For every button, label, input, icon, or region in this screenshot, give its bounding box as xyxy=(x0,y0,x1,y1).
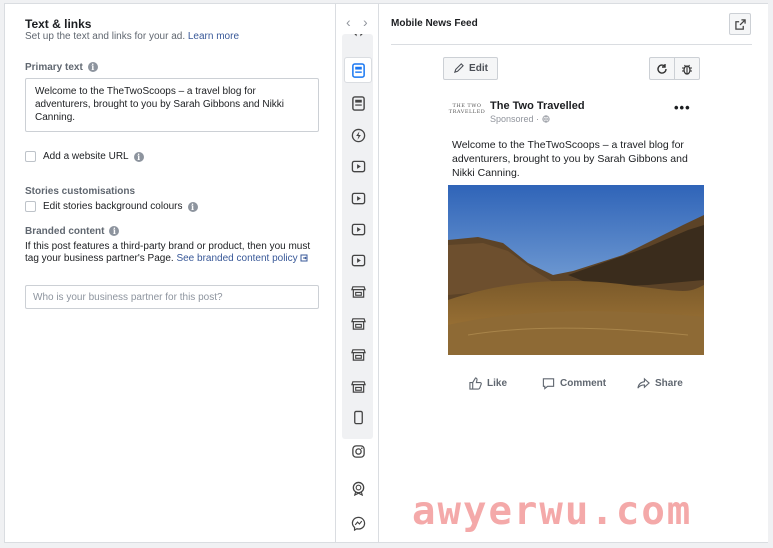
column-icon xyxy=(351,95,365,111)
post-image xyxy=(448,185,704,355)
learn-more-link[interactable]: Learn more xyxy=(188,31,239,42)
watermark-text: awyerwu.com xyxy=(412,489,693,534)
share-button[interactable]: Share xyxy=(637,377,683,390)
thumbs-up-icon xyxy=(469,377,482,390)
instant-article-icon xyxy=(351,128,365,142)
chevron-left-icon[interactable]: ‹ xyxy=(346,15,351,29)
section-title: Text & links xyxy=(25,17,92,31)
branded-content-description: If this post features a third-party bran… xyxy=(25,241,319,265)
primary-text-label-text: Primary text xyxy=(25,62,83,73)
sponsored-label: Sponsored · xyxy=(490,114,550,124)
branded-content-label: Branded content i xyxy=(25,226,120,237)
edit-button[interactable]: Edit xyxy=(443,57,498,80)
placement-stories[interactable] xyxy=(344,404,372,430)
info-icon[interactable]: i xyxy=(133,151,144,162)
external-link-icon xyxy=(300,254,308,262)
bug-icon xyxy=(682,64,692,75)
edit-label: Edit xyxy=(469,63,488,74)
refresh-icon xyxy=(657,63,667,74)
business-partner-input[interactable] xyxy=(25,285,319,309)
external-link-icon xyxy=(734,18,746,30)
add-website-url-row[interactable]: Add a website URL i xyxy=(25,151,144,162)
branded-content-label-text: Branded content xyxy=(25,226,105,237)
ad-editor-window: Text & links Set up the text and links f… xyxy=(4,3,768,543)
placement-instant-article[interactable] xyxy=(344,122,372,148)
feed-icon xyxy=(351,62,365,78)
preview-title: Mobile News Feed xyxy=(391,18,478,29)
preview-divider xyxy=(391,44,752,45)
refresh-button[interactable] xyxy=(649,57,675,80)
info-icon[interactable]: i xyxy=(109,226,120,236)
page-name[interactable]: The Two Travelled xyxy=(490,100,585,112)
edit-stories-bg-row[interactable]: Edit stories background colours i xyxy=(25,201,198,212)
post-text: Welcome to the TheTwoScoops – a travel b… xyxy=(452,139,688,179)
phone-icon xyxy=(353,410,363,424)
placement-marketplace-4[interactable] xyxy=(344,373,372,399)
branded-content-policy-text: See branded content policy xyxy=(176,253,298,264)
primary-text-field[interactable]: Welcome to the TheTwoScoops – a travel b… xyxy=(25,78,319,132)
edit-stories-bg-label: Edit stories background colours xyxy=(43,201,183,212)
comment-label: Comment xyxy=(560,378,607,389)
globe-icon xyxy=(541,115,550,123)
primary-text-label: Primary text i xyxy=(25,62,98,73)
video-icon xyxy=(351,254,365,266)
marketplace-icon xyxy=(350,348,366,361)
info-icon[interactable]: i xyxy=(87,62,98,72)
placement-video-1[interactable] xyxy=(344,153,372,179)
section-subtitle: Set up the text and links for your ad. L… xyxy=(25,31,239,42)
placement-strip: ‹ › xyxy=(335,4,379,542)
share-icon xyxy=(637,377,650,389)
comment-button[interactable]: Comment xyxy=(542,377,606,390)
marketplace-icon xyxy=(350,380,366,393)
open-external-button[interactable] xyxy=(729,13,751,35)
audience-network-icon xyxy=(352,481,364,496)
video-icon xyxy=(351,192,365,204)
placement-messenger[interactable] xyxy=(344,510,372,536)
pencil-icon xyxy=(454,63,464,74)
video-icon xyxy=(351,160,365,172)
instagram-icon xyxy=(351,444,365,458)
comment-icon xyxy=(542,378,555,390)
debug-button[interactable] xyxy=(674,57,700,80)
placement-marketplace-2[interactable] xyxy=(344,310,372,336)
sponsored-text: Sponsored · xyxy=(490,114,540,124)
chevron-right-icon[interactable]: › xyxy=(363,15,368,29)
placement-video-2[interactable] xyxy=(344,185,372,211)
info-icon[interactable]: i xyxy=(187,201,198,212)
more-options-icon[interactable]: ••• xyxy=(674,100,691,115)
placement-instagram[interactable] xyxy=(344,438,372,464)
placement-marketplace-1[interactable] xyxy=(344,278,372,304)
edit-stories-bg-checkbox[interactable] xyxy=(25,201,36,212)
placement-feed-selected[interactable] xyxy=(344,57,372,83)
placement-right-column[interactable] xyxy=(344,90,372,116)
placement-marketplace-3[interactable] xyxy=(344,341,372,367)
placement-video-3[interactable] xyxy=(344,216,372,242)
placement-video-4[interactable] xyxy=(344,247,372,273)
text-links-panel: Text & links Set up the text and links f… xyxy=(5,4,335,542)
share-label: Share xyxy=(655,378,683,389)
add-website-url-label: Add a website URL xyxy=(43,151,129,162)
like-button[interactable]: Like xyxy=(469,377,507,390)
like-label: Like xyxy=(487,378,508,389)
section-subtitle-text: Set up the text and links for your ad. xyxy=(25,31,186,42)
partial-placement-icon xyxy=(344,34,372,44)
add-website-url-checkbox[interactable] xyxy=(25,151,36,162)
video-icon xyxy=(351,223,365,235)
marketplace-icon xyxy=(350,285,366,298)
placement-audience-network[interactable] xyxy=(344,475,372,501)
branded-content-policy-link[interactable]: See branded content policy xyxy=(176,253,308,264)
ad-preview-panel: Mobile News Feed Edit THE TWO TRAVELLED … xyxy=(380,4,768,542)
stories-customisations-label: Stories customisations xyxy=(25,186,136,197)
messenger-icon xyxy=(351,516,365,531)
page-avatar: THE TWO TRAVELLED xyxy=(448,103,486,115)
marketplace-icon xyxy=(350,317,366,330)
